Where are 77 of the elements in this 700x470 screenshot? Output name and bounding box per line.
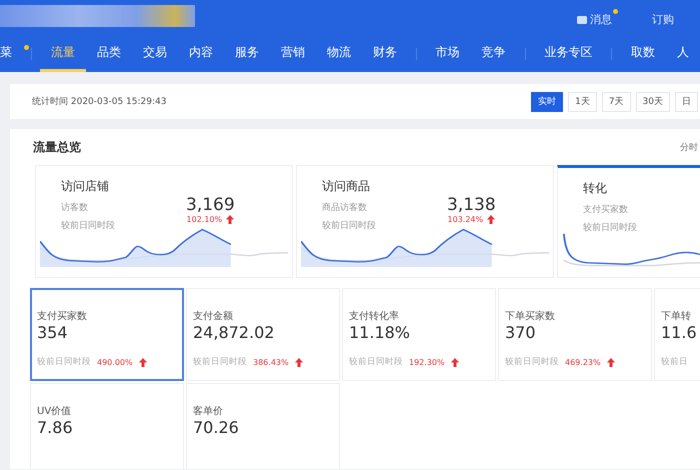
header-link[interactable]: 消息 bbox=[577, 9, 618, 27]
nav-tab[interactable]: 交易 bbox=[132, 36, 178, 72]
compare-label: 较前日 bbox=[661, 356, 688, 368]
card-title: 访问商品 bbox=[322, 178, 371, 195]
compare-label: 较前日同时段 bbox=[505, 356, 559, 368]
nav-tab[interactable]: 物流 bbox=[316, 36, 362, 72]
compare-label: 较前日同时段 bbox=[193, 356, 247, 368]
overview-card[interactable]: 访问店铺 访客数 较前日同时段 3,169 102.10% bbox=[35, 165, 293, 278]
metric-label: UV价值 bbox=[37, 405, 72, 418]
metric-value: 24,872.02 bbox=[193, 323, 276, 342]
metric-label: 支付买家数 bbox=[583, 204, 629, 216]
up-arrow-icon bbox=[606, 358, 615, 366]
overview-card[interactable]: 访问商品 商品访客数 较前日同时段 3,138 103.24% bbox=[296, 165, 554, 278]
metric-card[interactable]: UV价值 7.86 bbox=[30, 383, 184, 470]
metric-value: 7.86 bbox=[37, 418, 74, 437]
up-arrow-icon bbox=[138, 358, 147, 366]
nav-tab[interactable]: 竞争 bbox=[470, 36, 516, 72]
metric-card[interactable]: 支付转化率 11.18% 较前日同时段 192.30% bbox=[342, 288, 496, 381]
nav-tab[interactable]: 业务专区 bbox=[533, 36, 604, 72]
metric-card[interactable]: 下单转 11.6 较前日 bbox=[654, 288, 700, 381]
metric-card[interactable]: 支付金额 24,872.02 较前日同时段 386.43% bbox=[186, 288, 340, 381]
metric-label: 访客数 bbox=[61, 202, 89, 214]
nav-tab[interactable]: 营销 bbox=[270, 36, 316, 72]
compare-label: 较前日同时段 bbox=[583, 222, 638, 234]
change-percent: 103.24% bbox=[448, 215, 484, 224]
change-percent: 192.30% bbox=[409, 358, 445, 366]
metric-label: 商品访客数 bbox=[322, 202, 368, 214]
change-percent: 469.23% bbox=[565, 358, 601, 366]
metric-value: 3,138 bbox=[447, 195, 496, 215]
card-title: 转化 bbox=[583, 180, 608, 197]
nav-tab[interactable]: 市场 bbox=[424, 36, 470, 72]
period-button[interactable]: 日 bbox=[675, 92, 698, 112]
header-link[interactable]: 订购 bbox=[652, 9, 680, 27]
nav-tab[interactable]: 取数 bbox=[620, 36, 666, 72]
metric-card[interactable]: 下单买家数 370 较前日同时段 469.23% bbox=[498, 288, 652, 381]
metric-value: 354 bbox=[37, 323, 69, 342]
up-arrow-icon bbox=[294, 358, 303, 366]
period-button[interactable]: 30天 bbox=[636, 92, 670, 112]
metric-value: 370 bbox=[505, 323, 537, 342]
metric-label: 支付金额 bbox=[193, 310, 234, 323]
compare-label: 较前日同时段 bbox=[61, 220, 116, 232]
up-arrow-icon bbox=[487, 215, 496, 224]
period-button[interactable]: 1天 bbox=[568, 92, 597, 112]
metric-label: 客单价 bbox=[193, 404, 224, 418]
metric-label: 下单转 bbox=[661, 310, 692, 323]
metric-card[interactable]: 支付买家数 354 较前日同时段 490.00% bbox=[30, 288, 184, 381]
metric-value: 11.6 bbox=[661, 323, 698, 342]
stat-time: 统计时间 2020-03-05 15:29:43 bbox=[32, 96, 166, 108]
card-title: 访问店铺 bbox=[61, 178, 110, 195]
metric-value: 3,169 bbox=[186, 195, 235, 215]
nav-tab[interactable]: 流量 bbox=[40, 36, 86, 72]
up-arrow-icon bbox=[226, 215, 234, 224]
nav-tab[interactable]: 财务 bbox=[362, 36, 408, 72]
change-percent: 102.10% bbox=[186, 215, 222, 224]
period-button[interactable]: 实时 bbox=[531, 92, 564, 112]
message-icon bbox=[577, 16, 587, 24]
overview-card[interactable]: 转化 支付买家数 较前日同时段 bbox=[557, 165, 700, 278]
metric-value: 11.18% bbox=[349, 323, 412, 342]
metric-card[interactable]: 客单价 70.26 bbox=[186, 383, 340, 470]
compare-label: 较前日同时段 bbox=[322, 220, 377, 232]
change-percent: 386.43% bbox=[253, 358, 289, 366]
metric-label: 支付转化率 bbox=[349, 310, 400, 323]
up-arrow-icon bbox=[450, 358, 459, 366]
metric-label: 支付买家数 bbox=[37, 310, 88, 323]
metric-value: 70.26 bbox=[193, 418, 240, 437]
nav-tab[interactable]: 菜 bbox=[0, 36, 23, 72]
nav-tab[interactable]: 服务 bbox=[224, 36, 270, 72]
timeslot-link[interactable]: 分时 bbox=[680, 140, 698, 154]
period-button[interactable]: 7天 bbox=[602, 92, 631, 112]
section-title: 流量总览 bbox=[33, 138, 81, 156]
nav-tab[interactable]: 人 bbox=[666, 36, 700, 72]
nav-tab[interactable]: 品类 bbox=[86, 36, 132, 72]
metric-label: 下单买家数 bbox=[505, 310, 556, 323]
compare-label: 较前日同时段 bbox=[37, 356, 91, 368]
nav-tab[interactable]: 内容 bbox=[178, 36, 224, 72]
change-percent: 490.00% bbox=[97, 358, 133, 366]
compare-label: 较前日同时段 bbox=[349, 356, 403, 368]
